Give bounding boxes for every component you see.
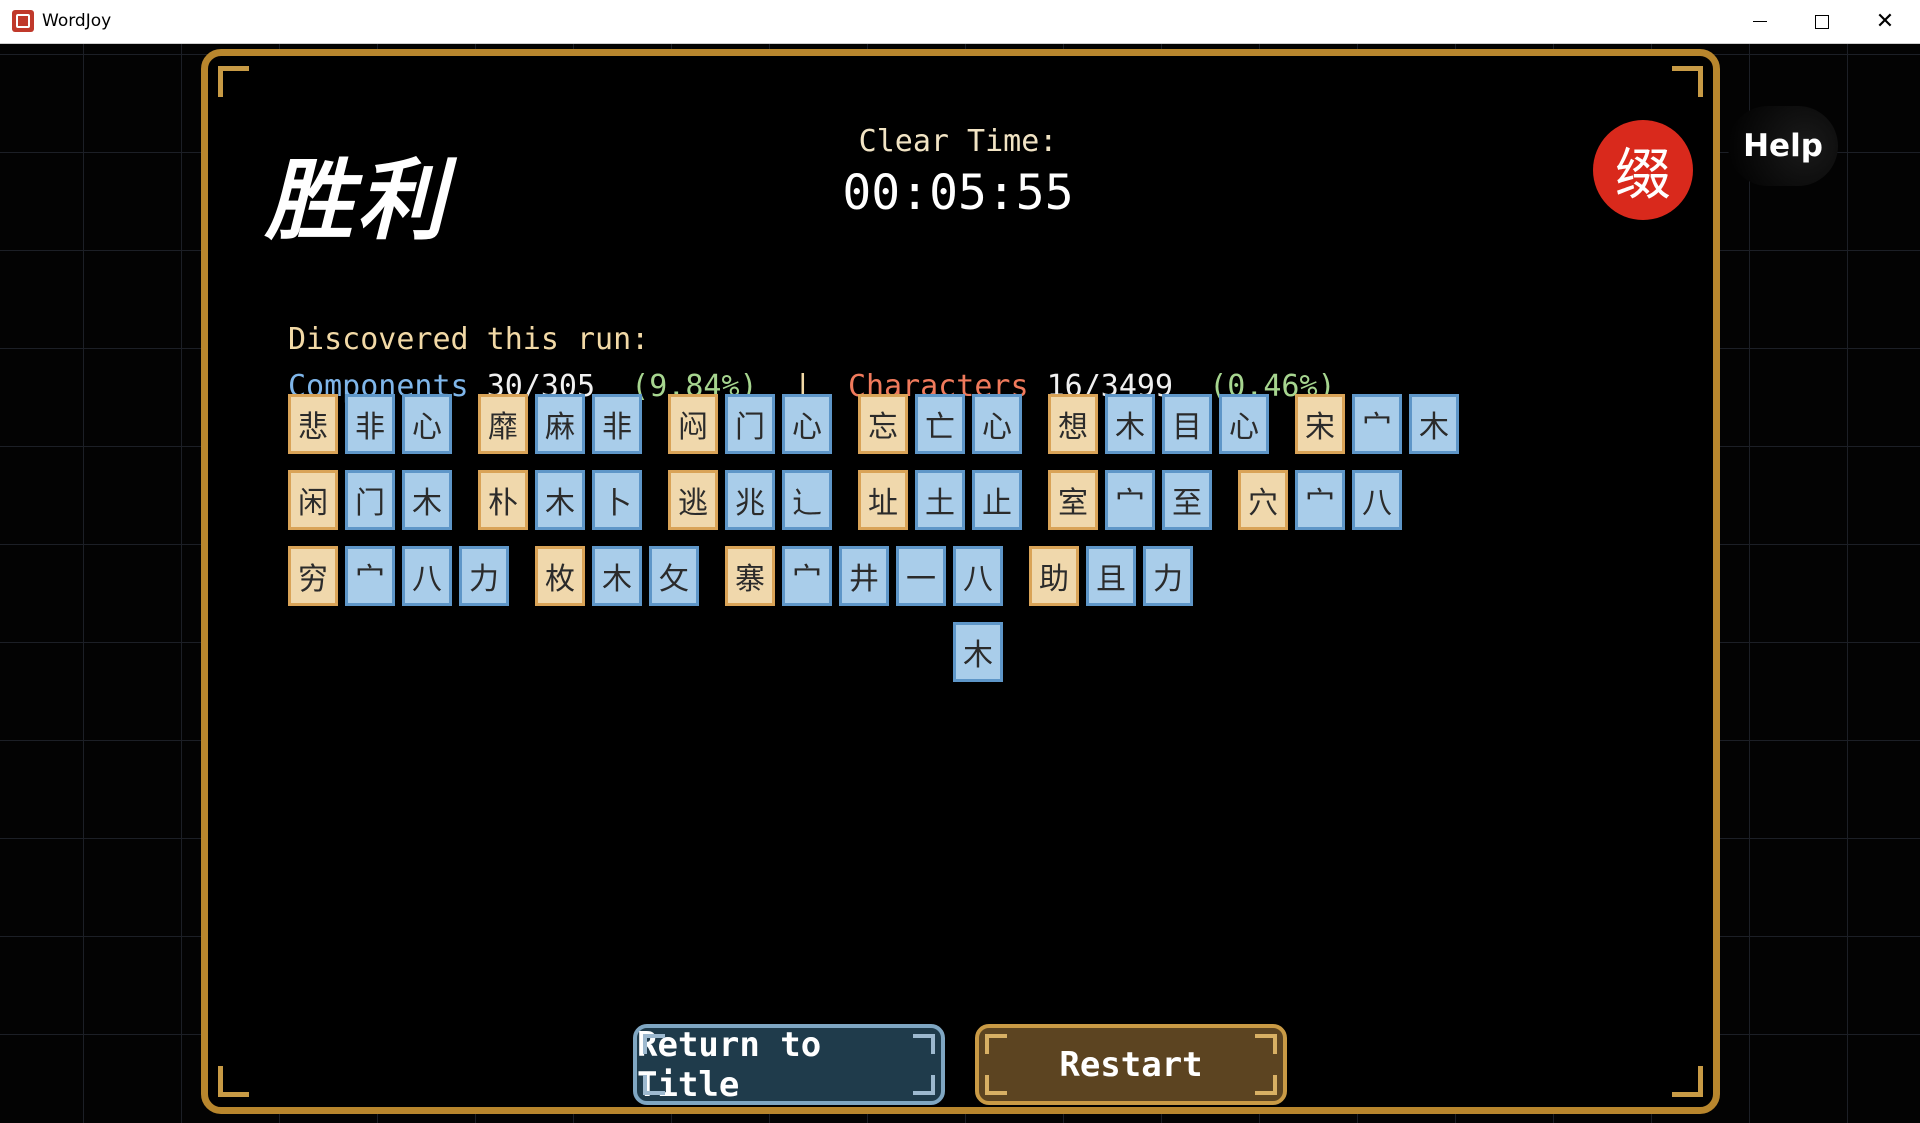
component-tile: 木 bbox=[535, 470, 585, 530]
component-tile: 宀 bbox=[782, 546, 832, 606]
minimize-button[interactable] bbox=[1728, 0, 1792, 43]
panel-corner bbox=[218, 1066, 249, 1097]
component-tile: 兆 bbox=[725, 470, 775, 530]
component-tile: 八 bbox=[953, 546, 1003, 606]
close-button[interactable]: ✕ bbox=[1853, 0, 1917, 43]
component-tile: 卜 bbox=[592, 470, 642, 530]
character-tile: 靡 bbox=[478, 394, 528, 454]
restart-label: Restart bbox=[1059, 1044, 1203, 1085]
component-tile: 心 bbox=[402, 394, 452, 454]
character-tile: 忘 bbox=[858, 394, 908, 454]
component-tile: 门 bbox=[345, 470, 395, 530]
component-tile: 且 bbox=[1086, 546, 1136, 606]
component-tile: 辶 bbox=[782, 470, 832, 530]
component-tile: 力 bbox=[459, 546, 509, 606]
component-tile: 木 bbox=[402, 470, 452, 530]
component-tile: 亡 bbox=[915, 394, 965, 454]
component-tile: 至 bbox=[1162, 470, 1212, 530]
app-icon bbox=[12, 10, 34, 32]
maximize-button[interactable] bbox=[1790, 0, 1854, 43]
component-tile: 攵 bbox=[649, 546, 699, 606]
component-tile: 木 bbox=[1409, 394, 1459, 454]
component-tile: 八 bbox=[402, 546, 452, 606]
panel-corner bbox=[1672, 1066, 1703, 1097]
component-tile: 麻 bbox=[535, 394, 585, 454]
component-tile: 井 bbox=[839, 546, 889, 606]
character-tile: 宋 bbox=[1295, 394, 1345, 454]
component-tile: 心 bbox=[782, 394, 832, 454]
component-tile: 八 bbox=[1352, 470, 1402, 530]
game-area: 胜利 Clear Time: 00:05:55 缀 Help Discovere… bbox=[0, 44, 1920, 1123]
minimize-icon bbox=[1753, 20, 1767, 23]
component-tile: 木 bbox=[1105, 394, 1155, 454]
character-tile: 穷 bbox=[288, 546, 338, 606]
component-tile: 心 bbox=[972, 394, 1022, 454]
component-tile: 门 bbox=[725, 394, 775, 454]
character-tile: 朴 bbox=[478, 470, 528, 530]
character-tile: 悲 bbox=[288, 394, 338, 454]
help-button[interactable]: Help bbox=[1728, 106, 1838, 186]
component-tile: 土 bbox=[915, 470, 965, 530]
return-to-title-button[interactable]: Return to Title bbox=[633, 1024, 945, 1105]
component-tile: 宀 bbox=[1295, 470, 1345, 530]
clear-time-value: 00:05:55 bbox=[842, 165, 1074, 221]
character-tile: 想 bbox=[1048, 394, 1098, 454]
character-tile: 助 bbox=[1029, 546, 1079, 606]
component-tile: 止 bbox=[972, 470, 1022, 530]
component-tile: 目 bbox=[1162, 394, 1212, 454]
component-tile: 心 bbox=[1219, 394, 1269, 454]
character-tile: 寨 bbox=[725, 546, 775, 606]
component-tile: 力 bbox=[1143, 546, 1193, 606]
seal-icon: 缀 bbox=[1593, 120, 1693, 220]
panel-corner bbox=[218, 66, 249, 97]
character-tile: 枚 bbox=[535, 546, 585, 606]
component-tile: 宀 bbox=[345, 546, 395, 606]
close-icon: ✕ bbox=[1875, 9, 1895, 34]
component-tile: 木 bbox=[953, 622, 1003, 682]
component-tile: 一 bbox=[896, 546, 946, 606]
component-tile: 宀 bbox=[1352, 394, 1402, 454]
victory-title: 胜利 bbox=[265, 148, 450, 252]
character-tile: 址 bbox=[858, 470, 908, 530]
component-tile: 木 bbox=[592, 546, 642, 606]
window-title-bar: WordJoy ✕ bbox=[0, 0, 1920, 44]
restart-button[interactable]: Restart bbox=[975, 1024, 1287, 1105]
character-tile: 逃 bbox=[668, 470, 718, 530]
character-tile: 室 bbox=[1048, 470, 1098, 530]
maximize-icon bbox=[1815, 14, 1829, 29]
component-tile: 非 bbox=[592, 394, 642, 454]
character-tile: 穴 bbox=[1238, 470, 1288, 530]
character-tile: 闲 bbox=[288, 470, 338, 530]
discovered-label: Discovered this run: bbox=[288, 322, 650, 357]
clear-time-label: Clear Time: bbox=[858, 124, 1058, 159]
window-title: WordJoy bbox=[42, 11, 112, 31]
component-tile: 非 bbox=[345, 394, 395, 454]
panel-corner bbox=[1672, 66, 1703, 97]
return-to-title-label: Return to Title bbox=[637, 1024, 822, 1105]
character-tile: 闷 bbox=[668, 394, 718, 454]
component-tile: 宀 bbox=[1105, 470, 1155, 530]
